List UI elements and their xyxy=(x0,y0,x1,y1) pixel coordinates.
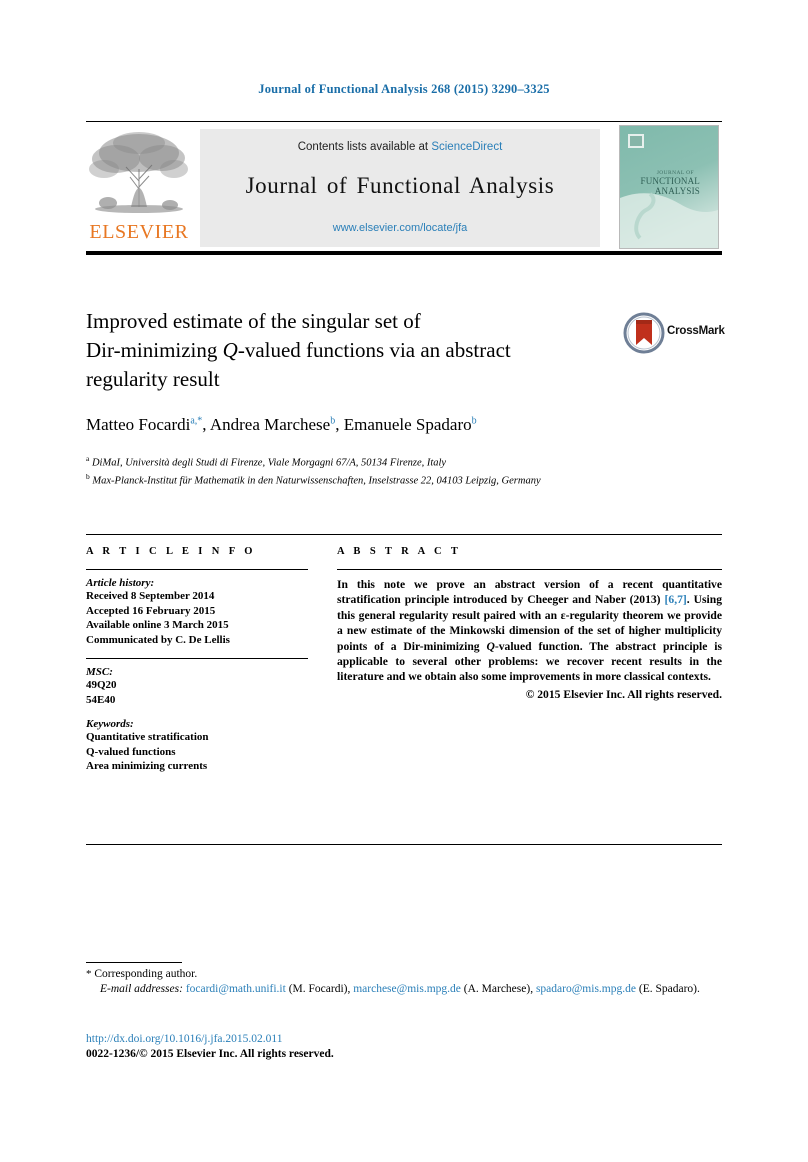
email-link[interactable]: spadaro@mis.mpg.de xyxy=(536,983,636,995)
msc-code: 54E40 xyxy=(86,693,116,706)
keywords-label: Keywords: xyxy=(86,718,134,730)
abstract-rule xyxy=(337,569,722,570)
journal-homepage-link[interactable]: www.elsevier.com/locate/jfa xyxy=(200,222,600,234)
author-name: Andrea Marchese xyxy=(209,415,331,434)
msc-code: 49Q20 xyxy=(86,679,117,691)
info-block-bottom-rule xyxy=(86,844,722,845)
contents-prefix: Contents lists available at xyxy=(297,141,432,153)
history-communicated-by: Communicated by C. De Lellis xyxy=(86,633,230,646)
affiliation-item: a DiMaI, Università degli Studi di Firen… xyxy=(86,452,686,470)
corresponding-author-marker: * xyxy=(86,968,92,980)
article-history-label: Article history: xyxy=(86,577,155,589)
doi-block: http://dx.doi.org/10.1016/j.jfa.2015.02.… xyxy=(86,1032,706,1062)
title-line-2-prefix: Dir-minimizing xyxy=(86,338,223,362)
masthead-top-rule xyxy=(86,121,722,122)
email-separator: , xyxy=(530,983,534,995)
sciencedirect-link[interactable]: ScienceDirect xyxy=(431,141,502,153)
affiliation-list: a DiMaI, Università degli Studi di Firen… xyxy=(86,452,686,487)
journal-title: Journal of Functional Analysis xyxy=(245,173,555,198)
email-owner: (E. Spadaro). xyxy=(638,983,700,995)
affiliation-mark: b xyxy=(86,471,90,481)
footnote-block: * Corresponding author. E-mail addresses… xyxy=(86,967,706,997)
email-owner: (A. Marchese) xyxy=(463,983,531,995)
article-info-column: A R T I C L E I N F O Article history: R… xyxy=(86,546,308,774)
crossmark-icon xyxy=(623,312,665,354)
issn-copyright-line: 0022-1236/© 2015 Elsevier Inc. All right… xyxy=(86,1048,334,1060)
affiliation-text: DiMaI, Università degli Studi di Firenze… xyxy=(91,457,447,469)
corresponding-author-note: * Corresponding author. xyxy=(86,967,706,982)
abstract-q-symbol: Q xyxy=(486,639,495,653)
history-received: Received 8 September 2014 xyxy=(86,590,215,602)
elsevier-logo: ELSEVIER xyxy=(86,129,192,247)
author-affil-mark: b xyxy=(471,415,477,427)
abstract-heading: A B S T R A C T xyxy=(337,546,462,557)
article-first-page: Journal of Functional Analysis 268 (2015… xyxy=(0,0,808,1162)
title-line-1: Improved estimate of the singular set of xyxy=(86,309,421,333)
title-line-3: regularity result xyxy=(86,367,220,391)
email-link[interactable]: marchese@mis.mpg.de xyxy=(353,983,461,995)
email-separator: , xyxy=(347,983,351,995)
elsevier-wordmark: ELSEVIER xyxy=(89,221,189,243)
author-list: Matteo Focardia,*, Andrea Marcheseb, Ema… xyxy=(86,415,477,434)
elsevier-tree-icon xyxy=(89,132,188,213)
journal-masthead: ELSEVIER Contents lists available at Sci… xyxy=(86,121,722,255)
sciencedirect-banner: Contents lists available at ScienceDirec… xyxy=(200,129,600,247)
msc-label: MSC: xyxy=(86,666,113,678)
corresponding-author-text: Corresponding author. xyxy=(94,968,198,980)
article-info-heading: A R T I C L E I N F O xyxy=(86,546,256,557)
author-affil-mark: b xyxy=(330,415,336,427)
email-owner: (M. Focardi) xyxy=(288,983,348,995)
info-block-top-rule xyxy=(86,534,722,535)
article-info-rule xyxy=(86,569,308,570)
author-name: Emanuele Spadaro xyxy=(343,415,472,434)
affiliation-item: b Max-Planck-Institut für Mathematik in … xyxy=(86,470,686,488)
svg-text:FUNCTIONAL: FUNCTIONAL xyxy=(641,176,701,186)
contents-lists-line: Contents lists available at ScienceDirec… xyxy=(200,141,600,153)
email-addresses-note: E-mail addresses: focardi@math.unifi.it … xyxy=(86,982,706,997)
msc-rule xyxy=(86,658,308,659)
crossmark-badge[interactable]: CrossMark xyxy=(623,312,725,356)
title-line-2-suffix: -valued functions via an abstract xyxy=(237,338,511,362)
svg-text:ANALYSIS: ANALYSIS xyxy=(655,186,700,196)
abstract-column: A B S T R A C T In this note we prove an… xyxy=(337,546,722,701)
email-addresses-label: E-mail addresses: xyxy=(100,983,183,995)
footnote-rule xyxy=(86,962,182,963)
cover-artwork: JOURNAL OF FUNCTIONAL ANALYSIS xyxy=(620,126,718,248)
affiliation-mark: a xyxy=(86,454,90,463)
affiliation-text: Max-Planck-Institut für Mathematik in de… xyxy=(92,475,541,487)
abstract-copyright: © 2015 Elsevier Inc. All rights reserved… xyxy=(525,687,722,701)
doi-link[interactable]: http://dx.doi.org/10.1016/j.jfa.2015.02.… xyxy=(86,1032,706,1047)
crossmark-label: CrossMark xyxy=(667,325,725,337)
keyword-item: Quantitative stratification xyxy=(86,731,209,743)
author-name: Matteo Focardi xyxy=(86,415,191,434)
abstract-citation-link[interactable]: [6,7] xyxy=(665,593,687,606)
abstract-body: In this note we prove an abstract versio… xyxy=(337,577,722,685)
history-accepted: Accepted 16 February 2015 xyxy=(86,604,216,617)
journal-cover-thumbnail: JOURNAL OF FUNCTIONAL ANALYSIS xyxy=(619,125,719,249)
keyword-item: Q-valued functions xyxy=(86,745,176,758)
keyword-item: Area minimizing currents xyxy=(86,760,208,772)
email-link[interactable]: focardi@math.unifi.it xyxy=(186,983,286,995)
author-affil-mark: a,* xyxy=(190,415,203,427)
history-available-online: Available online 3 March 2015 xyxy=(86,619,229,631)
running-head: Journal of Functional Analysis 268 (2015… xyxy=(258,82,550,96)
article-title: Improved estimate of the singular set of… xyxy=(86,307,586,394)
title-q-symbol: Q xyxy=(222,338,238,362)
masthead-bottom-rule xyxy=(86,251,722,255)
